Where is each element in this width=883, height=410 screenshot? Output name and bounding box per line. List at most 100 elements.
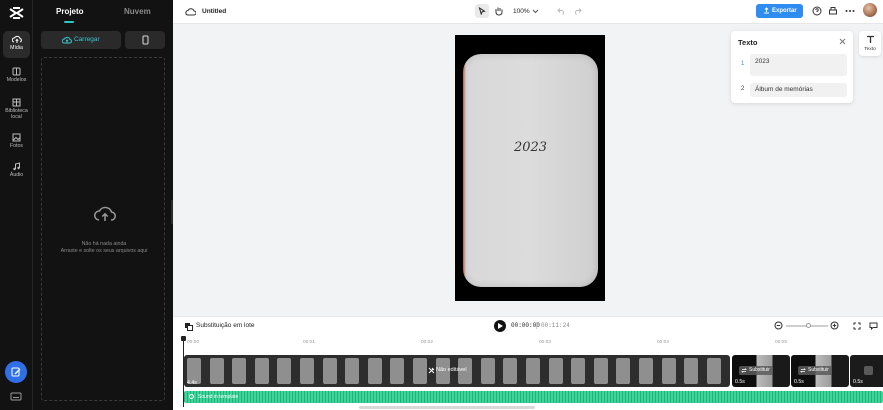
avatar[interactable] [863, 3, 877, 17]
replace-icon [800, 368, 806, 373]
replace-button[interactable]: Substituir [798, 366, 832, 375]
shortcuts-icon[interactable] [10, 392, 22, 401]
project-title[interactable]: Untitled [202, 8, 226, 15]
photo-icon [12, 133, 21, 142]
phone-upload-button[interactable] [125, 31, 165, 49]
upload-button[interactable]: Carregar [41, 31, 121, 49]
preview-card[interactable]: 2023 [463, 54, 598, 287]
zoom-slider-handle[interactable] [806, 323, 811, 328]
sidebar-item-label: Biblioteca local [5, 108, 28, 120]
replace-icon[interactable] [864, 366, 873, 375]
replaceable-clip-3[interactable]: 0.5s [850, 355, 883, 387]
hand-tool-icon[interactable] [494, 6, 503, 16]
timeline-ruler[interactable]: 00:00 00:01 00:02 00:03 00:04 00:05 [183, 336, 883, 346]
batch-replace-button[interactable]: Substituição em lote [196, 322, 255, 329]
replace-icon [741, 368, 747, 373]
dropzone[interactable]: Não há nada ainda Arraste e solte os seu… [41, 57, 165, 401]
clip-thumbnail [209, 358, 224, 384]
select-tool-button[interactable] [475, 4, 489, 18]
clip-thumbnail [503, 358, 518, 384]
left-rail: Mídia Modelos Biblioteca local Fotos Áud… [0, 0, 33, 410]
edit-fab-button[interactable] [5, 361, 27, 383]
clip-duration: 0.5s [735, 379, 745, 385]
help-icon[interactable] [812, 6, 822, 16]
main-video-clip[interactable]: Não editável 4.4s [184, 355, 730, 387]
clip-thumbnail [593, 358, 608, 384]
music-note-icon [189, 394, 194, 399]
sidebar-item-media[interactable]: Mídia [3, 31, 30, 58]
tab-cloud[interactable]: Nuvem [124, 7, 151, 16]
text-panel-title: Texto [738, 38, 758, 47]
clip-thumbnail [706, 358, 721, 384]
text-item-number: 2 [741, 86, 745, 92]
clip-thumbnail [661, 358, 676, 384]
app-root: Mídia Modelos Biblioteca local Fotos Áud… [0, 0, 883, 410]
export-button[interactable]: Exportar [756, 4, 803, 18]
sidebar-item-audio[interactable]: Áudio [3, 158, 30, 185]
clip-thumbnail [232, 358, 247, 384]
printer-icon[interactable] [828, 6, 838, 16]
replaceable-clip-2[interactable]: Substituir 0.5s [791, 355, 849, 387]
clip-duration: 0.5s [853, 379, 863, 385]
phone-icon [142, 35, 148, 45]
media-panel: Projeto Nuvem Carregar Não há nada ainda… [33, 0, 173, 410]
total-duration: 00:11:24 [541, 322, 570, 329]
close-icon[interactable] [839, 38, 846, 45]
empty-title: Não há nada ainda [81, 241, 127, 247]
clip-duration: 4.4s [187, 380, 197, 386]
clip-thumbnail [322, 358, 337, 384]
zoom-out-icon[interactable] [774, 321, 783, 330]
text-tool-button[interactable]: Texto [859, 31, 881, 56]
zoom-level[interactable]: 100% [513, 8, 530, 15]
playhead[interactable] [181, 336, 186, 407]
undo-icon[interactable] [557, 7, 566, 15]
sidebar-item-label: Áudio [9, 172, 24, 178]
ruler-tick: 00:01 [303, 340, 316, 345]
cloud-sync-icon[interactable] [185, 7, 196, 16]
play-icon [498, 323, 503, 329]
upload-label: Carregar [74, 36, 100, 43]
more-icon[interactable] [845, 9, 855, 13]
batch-replace-icon[interactable] [184, 322, 193, 331]
upload-icon [764, 7, 769, 14]
play-button[interactable] [494, 320, 506, 332]
sidebar-item-templates[interactable]: Modelos [3, 63, 30, 90]
clip-thumbnail [413, 358, 427, 384]
chevron-down-icon[interactable] [532, 8, 539, 14]
fit-screen-icon[interactable] [853, 322, 861, 330]
clip-thumbnail [548, 358, 563, 384]
no-edit-icon [428, 367, 435, 374]
tab-project[interactable]: Projeto [56, 7, 84, 16]
card-text[interactable]: 2023 [463, 140, 598, 155]
clip-thumbnail [254, 358, 269, 384]
comment-icon[interactable] [869, 322, 878, 330]
clip-thumbnail [390, 358, 405, 384]
not-editable-label: Não editável [436, 367, 467, 373]
text-field-2[interactable]: Álbum de memórias [750, 83, 847, 97]
replace-button[interactable]: Substituir [739, 366, 773, 375]
clip-thumbnail [300, 358, 314, 384]
zoom-in-icon[interactable] [830, 321, 839, 330]
redo-icon[interactable] [573, 7, 582, 15]
audio-track[interactable]: Sound in template [184, 391, 883, 403]
clip-thumbnail [526, 358, 540, 384]
clip-thumbnail [639, 358, 653, 384]
replace-label: Substituir [808, 367, 829, 373]
replaceable-clip-1[interactable]: Substituir 0.5s [732, 355, 790, 387]
text-field-1[interactable]: 2023 [750, 54, 847, 76]
sidebar-item-label: Modelos [6, 77, 27, 83]
clip-thumbnail [684, 358, 699, 384]
sidebar-item-local-library[interactable]: Biblioteca local [3, 94, 30, 124]
ruler-tick: 00:03 [539, 340, 552, 345]
sidebar-item-photos[interactable]: Fotos [3, 129, 30, 156]
text-icon [866, 35, 874, 43]
capcut-logo-icon[interactable] [9, 6, 24, 20]
time-separator [536, 322, 537, 329]
clip-thumbnail [345, 358, 360, 384]
ruler-tick: 00:04 [657, 340, 670, 345]
edit-document-icon [11, 367, 21, 377]
text-panel: Texto 1 2023 2 Álbum de memórias [731, 31, 853, 103]
export-label: Exportar [772, 8, 797, 14]
timeline-scrollbar[interactable] [359, 406, 535, 409]
clip-thumbnail [480, 358, 495, 384]
